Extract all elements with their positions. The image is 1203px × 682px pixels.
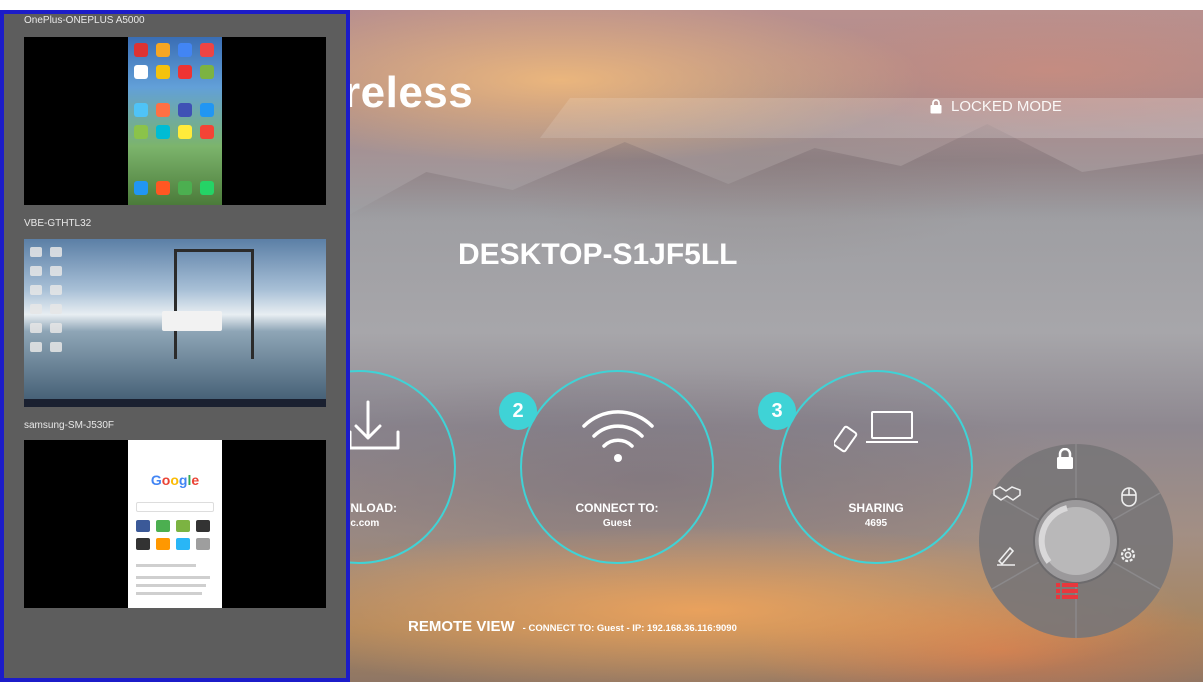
radial-collaborate-button[interactable] [993,484,1033,524]
device-label: OnePlus-ONEPLUS A5000 [24,15,145,26]
swing-image [174,249,254,359]
text-line [136,576,210,579]
radial-pen-button[interactable] [995,544,1035,584]
desktop-icons [30,247,62,352]
step-connect-sub: Guest [602,518,632,529]
lock-icon [1057,448,1073,469]
radial-mouse-button[interactable] [1119,484,1159,524]
step-2-badge: 2 [499,392,537,430]
download-icon [348,400,400,450]
step-sharing-code: 4695 [864,518,888,529]
device-preview-samsung[interactable]: Google [24,440,326,608]
step-3-badge: 3 [758,392,796,430]
text-line [136,584,206,587]
step-connect-label: CONNECT TO: [575,501,659,515]
device-preview-oneplus[interactable] [24,37,326,205]
radial-lock-button[interactable] [1056,448,1096,488]
app-title: reless [343,68,474,117]
text-line [136,592,202,595]
step-connect-circle[interactable] [520,370,714,564]
device-name: DESKTOP-S1JF5LL [458,238,738,271]
gear-icon [1120,547,1136,563]
locked-mode-label: LOCKED MODE [951,98,1062,115]
lock-icon [930,99,942,114]
pen-icon [997,546,1015,566]
google-shortcut-tiles [136,520,210,550]
google-search-box [136,502,214,512]
text-line [136,564,196,567]
step-sharing-circle[interactable] [779,370,973,564]
wifi-icon [582,410,654,462]
list-icon [1056,583,1078,599]
device-preview-vbe[interactable] [24,239,326,407]
google-logo: Google [150,472,200,488]
radial-menu [979,444,1173,638]
phone-home-screen [128,37,222,205]
step-sharing-label: SHARING [848,501,904,515]
remote-view-info: REMOTE VIEW - CONNECT TO: Guest - IP: 19… [408,618,737,635]
mouse-icon [1121,487,1137,507]
device-label: samsung-SM-J530F [24,420,115,431]
preview-dialog [162,311,222,331]
device-sharing-icon [834,411,918,453]
desktop-preview [24,239,326,407]
radial-settings-button[interactable] [1117,544,1157,584]
app-icon-grid [134,43,214,79]
remote-view-title: REMOTE VIEW [408,618,515,635]
locked-mode-indicator[interactable]: LOCKED MODE [930,98,1062,115]
dock-icons [134,181,214,195]
app-icon-grid [134,103,214,139]
handshake-icon [993,486,1021,501]
locked-mode-bar [540,98,1203,138]
device-label: VBE-GTHTL32 [24,218,92,229]
radial-list-button[interactable] [1056,582,1096,622]
preview-taskbar [24,399,326,407]
remote-view-connection: - CONNECT TO: Guest - IP: 192.168.36.116… [522,623,737,634]
google-page-preview: Google [128,440,222,608]
